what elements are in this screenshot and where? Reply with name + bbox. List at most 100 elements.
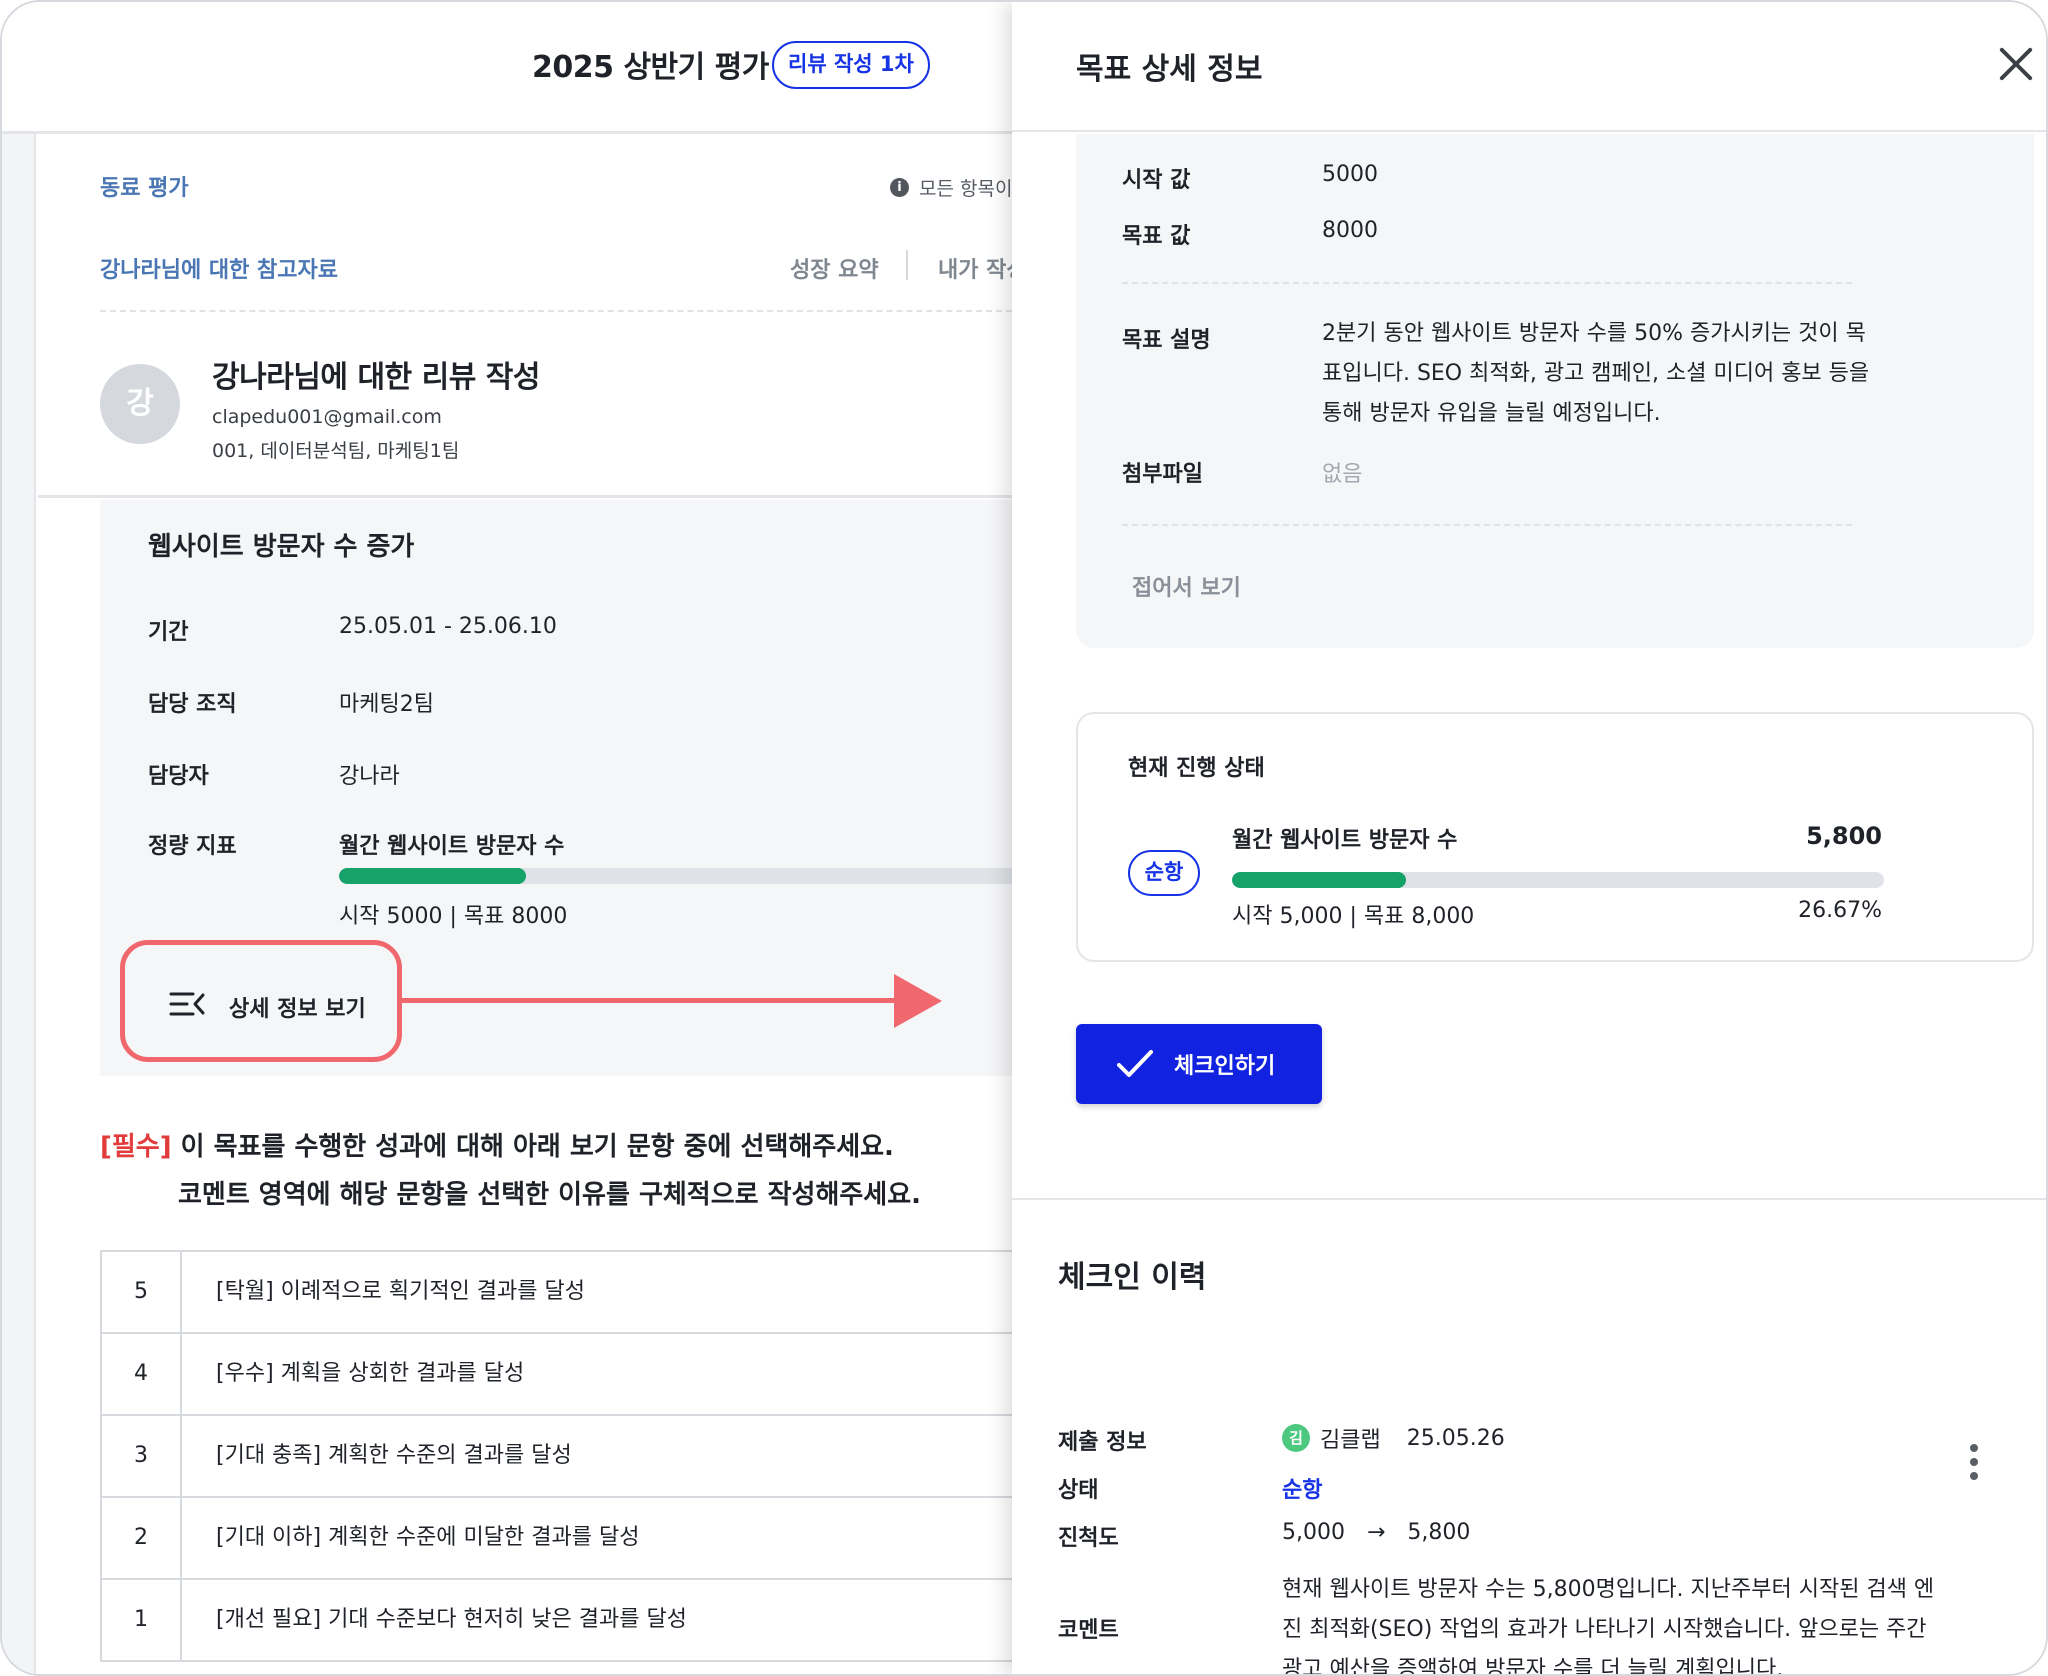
review-title: 강나라님에 대한 리뷰 작성 bbox=[212, 360, 540, 395]
more-options-icon[interactable] bbox=[1968, 1444, 1980, 1484]
metric-range: 시작 5000 | 목표 8000 bbox=[339, 904, 568, 929]
app-window: 2025 상반기 평가 리뷰 작성 1차 동료 평가 i 모든 항목이 강나라님… bbox=[0, 0, 2048, 1676]
view-detail-button[interactable]: 상세 정보 보기 bbox=[120, 940, 402, 1062]
divider bbox=[1122, 282, 1852, 284]
instruction-text-1: 이 목표를 수행한 성과에 대해 아래 보기 문항 중에 선택해주세요. bbox=[171, 1132, 894, 1162]
divider bbox=[1122, 524, 1852, 526]
tab-growth-summary[interactable]: 성장 요약 bbox=[790, 252, 879, 284]
status-progress-bar bbox=[1232, 872, 1884, 888]
submit-date: 25.05.26 bbox=[1406, 1425, 1505, 1451]
reference-link[interactable]: 강나라님에 대한 참고자료 bbox=[100, 252, 338, 284]
checkin-button[interactable]: 체크인하기 bbox=[1076, 1024, 1322, 1104]
page-header: 2025 상반기 평가 리뷰 작성 1차 bbox=[2, 2, 1012, 134]
submitter-info: 김 김클랩 25.05.26 bbox=[1282, 1422, 1505, 1454]
submitter-name: 김클랩 bbox=[1320, 1428, 1381, 1453]
period-value: 25.05.01 - 25.06.10 bbox=[339, 614, 557, 639]
status-range: 시작 5,000 | 목표 8,000 bbox=[1232, 904, 1475, 929]
avatar: 강 bbox=[100, 364, 180, 444]
tab-divider bbox=[906, 250, 908, 280]
status-progress-fill bbox=[1232, 872, 1406, 888]
comment-label: 코멘트 bbox=[1058, 1618, 1119, 1643]
metric-progress-fill bbox=[339, 868, 526, 884]
description-label: 목표 설명 bbox=[1122, 328, 1211, 353]
rating-number: 1 bbox=[102, 1580, 182, 1660]
section-divider bbox=[1012, 1198, 2046, 1200]
drawer-header: 목표 상세 정보 bbox=[1012, 2, 2046, 132]
submit-info-label: 제출 정보 bbox=[1058, 1430, 1147, 1455]
progress-label: 진척도 bbox=[1058, 1526, 1119, 1551]
progress-to: 5,800 bbox=[1407, 1520, 1471, 1545]
target-value: 8000 bbox=[1322, 218, 1378, 243]
drawer-title: 목표 상세 정보 bbox=[1076, 52, 1263, 87]
close-icon[interactable] bbox=[1998, 46, 2034, 82]
rating-option-5[interactable]: 5 [탁월] 이례적으로 획기적인 결과를 달성 bbox=[102, 1252, 1012, 1334]
info-icon: i bbox=[890, 178, 909, 197]
status-badge: 순항 bbox=[1128, 850, 1200, 896]
target-value-label: 목표 값 bbox=[1122, 224, 1191, 249]
left-gutter bbox=[2, 134, 36, 1674]
comment-text: 현재 웹사이트 방문자 수는 5,800명입니다. 지난주부터 시작된 검색 엔… bbox=[1282, 1577, 1935, 1676]
attachment-label: 첨부파일 bbox=[1122, 462, 1203, 487]
callout-arrow-line bbox=[402, 998, 900, 1003]
menu-collapse-icon bbox=[169, 992, 205, 1016]
progress-from: 5,000 bbox=[1282, 1520, 1345, 1545]
status-label: 상태 bbox=[1058, 1478, 1099, 1503]
start-value-label: 시작 값 bbox=[1122, 168, 1191, 193]
rating-option-2[interactable]: 2 [기대 이하] 계획한 수준에 미달한 결과를 달성 bbox=[102, 1498, 1012, 1580]
view-detail-label: 상세 정보 보기 bbox=[229, 997, 366, 1022]
page-title: 2025 상반기 평가 bbox=[532, 50, 769, 85]
status-metric-name: 월간 웹사이트 방문자 수 bbox=[1232, 828, 1458, 853]
callout-arrow-head bbox=[894, 974, 942, 1028]
checkin-label: 체크인하기 bbox=[1174, 1054, 1276, 1079]
start-value: 5000 bbox=[1322, 162, 1378, 187]
rating-number: 5 bbox=[102, 1252, 182, 1332]
rating-option-3[interactable]: 3 [기대 충족] 계획한 수준의 결과를 달성 bbox=[102, 1416, 1012, 1498]
required-tag: [필수] bbox=[100, 1132, 172, 1162]
owner-value: 강나라 bbox=[339, 764, 400, 789]
rating-scale-table: 5 [탁월] 이례적으로 획기적인 결과를 달성 4 [우수] 계획을 상회한 … bbox=[100, 1250, 1012, 1662]
progress-change: 5,000 → 5,800 bbox=[1282, 1520, 1470, 1545]
status-percent: 26.67% bbox=[1798, 898, 1882, 923]
divider bbox=[100, 310, 1012, 312]
collapse-link[interactable]: 접어서 보기 bbox=[1132, 570, 1241, 602]
goal-detail-drawer: 목표 상세 정보 시작 값 5000 목표 값 8000 목표 설명 2분기 동… bbox=[1012, 2, 2046, 1676]
reviewee-email: clapedu001@gmail.com bbox=[212, 406, 442, 428]
review-round-badge: 리뷰 작성 1차 bbox=[772, 41, 930, 89]
instruction-line-1: [필수] 이 목표를 수행한 성과에 대해 아래 보기 문항 중에 선택해주세요… bbox=[100, 1126, 894, 1163]
tab-my-written[interactable]: 내가 작성 bbox=[938, 252, 1012, 284]
submitter-avatar: 김 bbox=[1282, 1424, 1310, 1452]
rating-description: [우수] 계획을 상회한 결과를 달성 bbox=[216, 1361, 525, 1386]
reviewee-org: 001, 데이터분석팀, 마케팅1팀 bbox=[212, 440, 460, 462]
status-title: 현재 진행 상태 bbox=[1128, 756, 1265, 781]
required-notice: i 모든 항목이 bbox=[890, 174, 1012, 201]
review-page: 2025 상반기 평가 리뷰 작성 1차 동료 평가 i 모든 항목이 강나라님… bbox=[2, 2, 1012, 1674]
breadcrumb[interactable]: 동료 평가 bbox=[100, 170, 189, 202]
check-icon bbox=[1117, 1050, 1153, 1077]
rating-number: 2 bbox=[102, 1498, 182, 1578]
goal-title: 웹사이트 방문자 수 증가 bbox=[148, 532, 415, 562]
notice-text: 모든 항목이 bbox=[919, 178, 1012, 200]
arrow-right-icon: → bbox=[1366, 1520, 1386, 1545]
org-label: 담당 조직 bbox=[148, 692, 237, 717]
owner-label: 담당자 bbox=[148, 764, 209, 789]
metric-name: 월간 웹사이트 방문자 수 bbox=[339, 834, 565, 859]
description-value: 2분기 동안 웹사이트 방문자 수를 50% 증가시키는 것이 목표입니다. S… bbox=[1322, 321, 1870, 426]
period-label: 기간 bbox=[148, 620, 189, 645]
rating-number: 3 bbox=[102, 1416, 182, 1496]
metric-label: 정량 지표 bbox=[148, 834, 237, 859]
rating-description: [기대 충족] 계획한 수준의 결과를 달성 bbox=[216, 1443, 572, 1468]
status-current-value: 5,800 bbox=[1806, 822, 1882, 850]
org-value: 마케팅2팀 bbox=[339, 692, 434, 717]
rating-description: [기대 이하] 계획한 수준에 미달한 결과를 달성 bbox=[216, 1525, 640, 1550]
current-status-card: 현재 진행 상태 순항 월간 웹사이트 방문자 수 5,800 시작 5,000… bbox=[1076, 712, 2034, 962]
rating-number: 4 bbox=[102, 1334, 182, 1414]
rating-description: [개선 필요] 기대 수준보다 현저히 낮은 결과를 달성 bbox=[216, 1607, 687, 1632]
attachment-value: 없음 bbox=[1322, 462, 1363, 487]
rating-option-1[interactable]: 1 [개선 필요] 기대 수준보다 현저히 낮은 결과를 달성 bbox=[102, 1580, 1012, 1662]
rating-option-4[interactable]: 4 [우수] 계획을 상회한 결과를 달성 bbox=[102, 1334, 1012, 1416]
history-status-value: 순항 bbox=[1282, 1478, 1323, 1503]
goal-info-panel: 시작 값 5000 목표 값 8000 목표 설명 2분기 동안 웹사이트 방문… bbox=[1076, 134, 2034, 648]
metric-progress-bar bbox=[339, 868, 1012, 884]
instruction-line-2: 코멘트 영역에 해당 문항을 선택한 이유를 구체적으로 작성해주세요. bbox=[178, 1180, 921, 1210]
checkin-history-title: 체크인 이력 bbox=[1058, 1260, 1207, 1295]
